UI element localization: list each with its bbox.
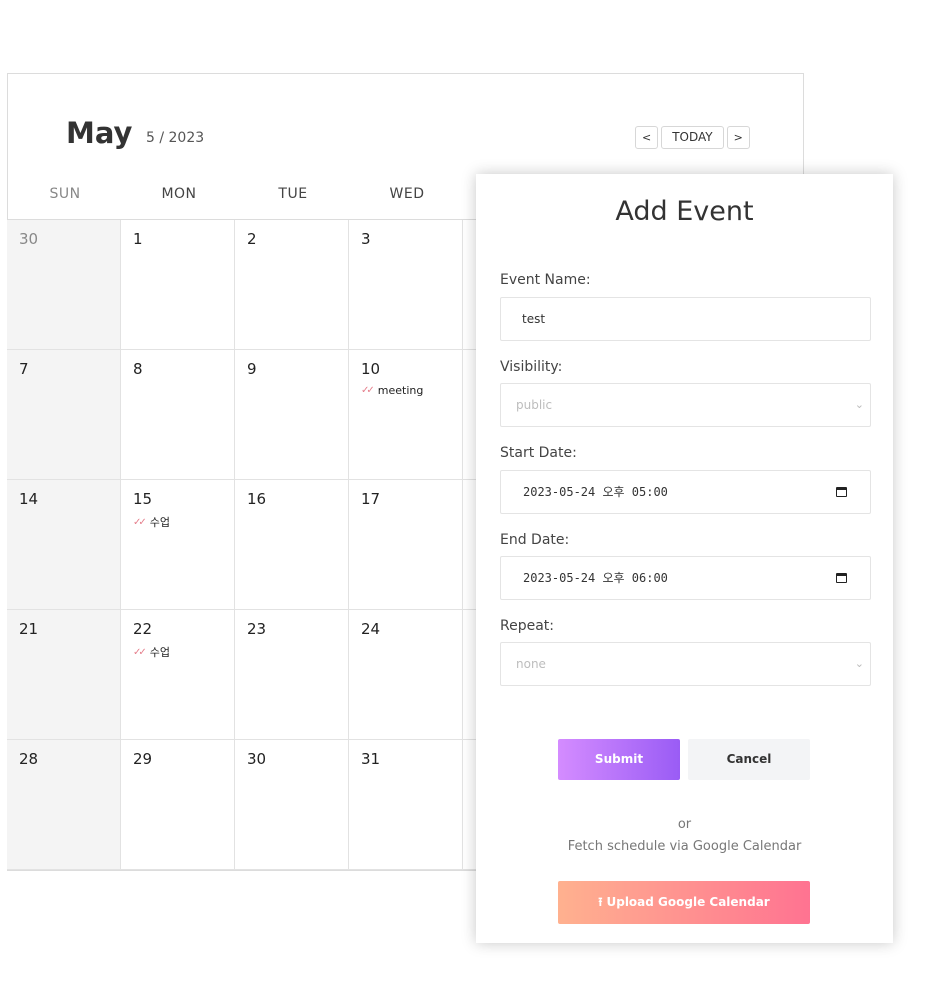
day-cell[interactable]: 22 ✓✓ 수업 (121, 610, 235, 740)
chevron-down-icon: ⌄ (854, 398, 864, 411)
calendar-icon[interactable] (836, 573, 847, 583)
calendar-event[interactable]: ✓✓ 수업 (133, 644, 170, 660)
day-cell[interactable]: 9 (235, 350, 349, 480)
day-cell[interactable]: 30 (7, 220, 121, 350)
day-cell[interactable]: 8 (121, 350, 235, 480)
add-event-modal: Add Event Event Name: test Visibility: p… (476, 174, 893, 943)
day-number: 15 (133, 490, 153, 508)
event-title: 수업 (149, 516, 171, 529)
day-cell[interactable]: 24 (349, 610, 463, 740)
next-month-button[interactable]: > (726, 126, 750, 149)
day-number: 17 (361, 490, 381, 508)
day-number: 24 (361, 620, 381, 638)
day-number: 31 (361, 750, 381, 768)
day-number: 21 (19, 620, 39, 638)
end-date-value: 2023-05-24 오후 06:00 (523, 571, 668, 585)
day-cell[interactable]: 23 (235, 610, 349, 740)
day-cell[interactable]: 31 (349, 740, 463, 870)
day-number: 1 (133, 230, 143, 248)
or-separator: or (677, 817, 692, 832)
visibility-select[interactable]: public ⌄ (500, 383, 871, 427)
day-number: 30 (19, 230, 39, 248)
end-date-label: End Date: (500, 532, 570, 548)
day-number: 28 (19, 750, 39, 768)
check-icon: ✓✓ (361, 385, 375, 396)
calendar-nav: < TODAY > (635, 126, 750, 149)
day-cell[interactable]: 21 (7, 610, 121, 740)
repeat-value: none (516, 657, 546, 671)
event-title: 수업 (149, 646, 171, 659)
event-name-input[interactable]: test (500, 297, 871, 341)
day-cell[interactable]: 17 (349, 480, 463, 610)
day-number: 30 (247, 750, 267, 768)
day-number: 10 (361, 360, 381, 378)
day-cell[interactable]: 3 (349, 220, 463, 350)
day-number: 8 (133, 360, 143, 378)
start-date-value: 2023-05-24 오후 05:00 (523, 485, 668, 499)
calendar-icon[interactable] (836, 487, 847, 497)
month-title: May (66, 116, 133, 150)
prev-month-button[interactable]: < (635, 126, 659, 149)
day-number: 9 (247, 360, 257, 378)
day-cell[interactable]: 14 (7, 480, 121, 610)
start-date-input[interactable]: 2023-05-24 오후 05:00 (500, 470, 871, 514)
day-number: 29 (133, 750, 153, 768)
weekday-mon: MON (161, 186, 197, 202)
end-date-input[interactable]: 2023-05-24 오후 06:00 (500, 556, 871, 600)
day-cell[interactable]: 30 (235, 740, 349, 870)
fetch-schedule-text: Fetch schedule via Google Calendar (567, 839, 802, 854)
day-cell[interactable]: 15 ✓✓ 수업 (121, 480, 235, 610)
submit-button[interactable]: Submit (558, 739, 680, 780)
repeat-select[interactable]: none ⌄ (500, 642, 871, 686)
upload-google-calendar-button[interactable]: ⭱ Upload Google Calendar (558, 881, 810, 924)
day-number: 14 (19, 490, 39, 508)
day-number: 2 (247, 230, 257, 248)
chevron-down-icon: ⌄ (854, 657, 864, 670)
day-cell[interactable]: 29 (121, 740, 235, 870)
weekday-wed: WED (389, 186, 425, 202)
cancel-button[interactable]: Cancel (688, 739, 810, 780)
day-number: 7 (19, 360, 29, 378)
calendar-event[interactable]: ✓✓ meeting (361, 384, 423, 397)
event-name-label: Event Name: (500, 272, 591, 288)
calendar-event[interactable]: ✓✓ 수업 (133, 514, 170, 530)
visibility-value: public (516, 398, 553, 412)
upload-label: Upload Google Calendar (606, 895, 770, 909)
check-icon: ✓✓ (133, 516, 147, 528)
day-cell[interactable]: 1 (121, 220, 235, 350)
day-cell[interactable]: 28 (7, 740, 121, 870)
start-date-label: Start Date: (500, 445, 577, 461)
modal-title: Add Event (615, 196, 754, 227)
repeat-label: Repeat: (500, 618, 554, 634)
weekday-sun: SUN (49, 186, 81, 202)
check-icon: ✓✓ (133, 646, 147, 658)
day-number: 23 (247, 620, 267, 638)
day-cell[interactable]: 2 (235, 220, 349, 350)
visibility-label: Visibility: (500, 359, 563, 375)
weekday-tue: TUE (278, 186, 308, 202)
day-number: 22 (133, 620, 153, 638)
upload-icon: ⭱ (598, 895, 603, 909)
day-number: 16 (247, 490, 267, 508)
day-cell[interactable]: 16 (235, 480, 349, 610)
day-number: 3 (361, 230, 371, 248)
today-button[interactable]: TODAY (661, 126, 724, 149)
event-title: meeting (377, 384, 424, 397)
day-cell[interactable]: 7 (7, 350, 121, 480)
month-year-label: 5 / 2023 (146, 130, 205, 146)
day-cell[interactable]: 10 ✓✓ meeting (349, 350, 463, 480)
